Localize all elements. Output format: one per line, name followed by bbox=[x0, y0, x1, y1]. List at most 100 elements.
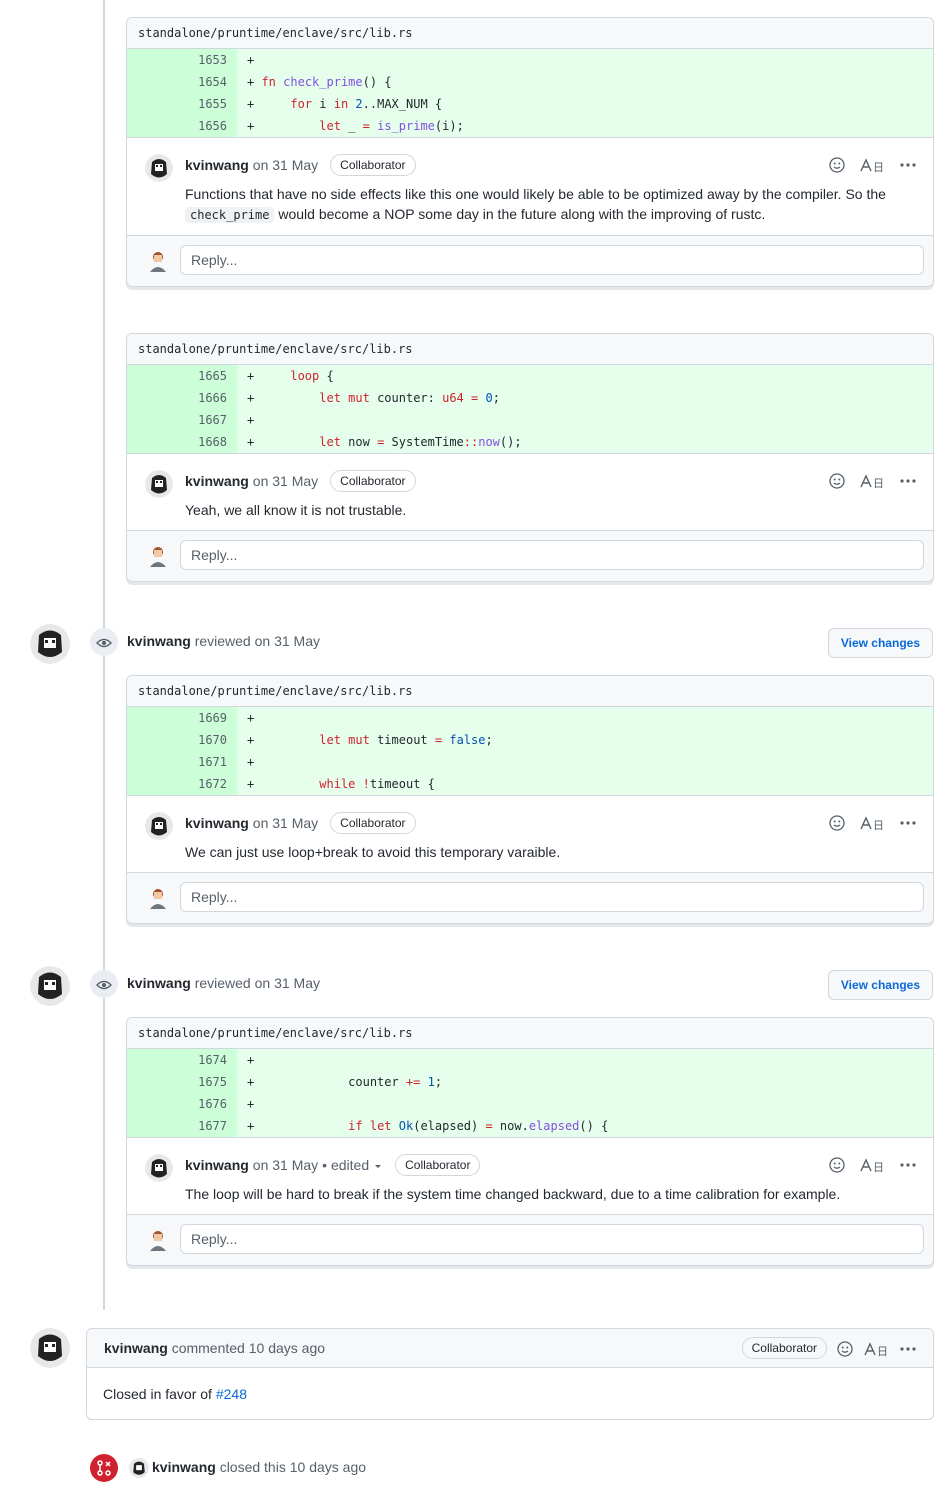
collaborator-badge: Collaborator bbox=[741, 1337, 827, 1359]
comment-author[interactable]: kvinwang bbox=[185, 1152, 249, 1178]
review-time[interactable]: on 31 May bbox=[255, 975, 320, 991]
line-number[interactable]: 1656 bbox=[127, 115, 237, 137]
reply-input[interactable]: Reply... bbox=[180, 882, 924, 912]
comment-body: Yeah, we all know it is not trustable. bbox=[185, 502, 407, 518]
smiley-icon[interactable] bbox=[829, 1156, 845, 1173]
avatar bbox=[147, 1229, 169, 1251]
collaborator-badge: Collaborator bbox=[395, 1154, 481, 1176]
diff-line: 1667 + bbox=[127, 409, 933, 431]
comment-body: Functions that have no side effects like… bbox=[185, 186, 886, 223]
comment-author[interactable]: kvinwang bbox=[104, 1340, 168, 1356]
smiley-icon[interactable] bbox=[829, 814, 845, 831]
reply-input[interactable]: Reply... bbox=[180, 540, 924, 570]
event-author[interactable]: kvinwang bbox=[152, 1459, 216, 1475]
closed-event: kvinwang closed this 10 days ago bbox=[152, 1459, 367, 1475]
smiley-icon[interactable] bbox=[837, 1339, 853, 1357]
reply-input[interactable]: Reply... bbox=[180, 1224, 924, 1254]
view-changes-button[interactable]: View changes bbox=[827, 970, 933, 1000]
comment-time[interactable]: on 31 May bbox=[253, 1152, 318, 1178]
avatar[interactable] bbox=[145, 470, 173, 498]
translate-icon[interactable]: 日 bbox=[859, 156, 885, 173]
comment-header: kvinwang commented 10 days ago Collabora… bbox=[87, 1329, 933, 1368]
kebab-icon[interactable] bbox=[899, 814, 917, 831]
comment-author[interactable]: kvinwang bbox=[185, 810, 249, 836]
diff-line: 1669 + bbox=[127, 707, 933, 729]
kebab-icon[interactable] bbox=[899, 1339, 917, 1356]
line-number[interactable]: 1668 bbox=[127, 431, 237, 453]
svg-text:日: 日 bbox=[873, 161, 884, 173]
issue-comment: kvinwang commented 10 days ago Collabora… bbox=[86, 1328, 934, 1420]
eye-icon bbox=[90, 628, 118, 656]
comment-time[interactable]: on 31 May bbox=[253, 468, 318, 494]
review-comment: kvinwang on 31 May Collaborator 日 Function… bbox=[127, 137, 933, 235]
review-author[interactable]: kvinwang bbox=[127, 633, 191, 649]
line-number[interactable]: 1676 bbox=[127, 1093, 237, 1115]
line-number[interactable]: 1669 bbox=[127, 707, 237, 729]
review-comment: kvinwang on 31 May • edited Collaborator 日 … bbox=[127, 1137, 933, 1214]
smiley-icon[interactable] bbox=[829, 156, 845, 173]
diff-line: 1675 + counter += 1; bbox=[127, 1071, 933, 1093]
avatar[interactable] bbox=[145, 1154, 173, 1182]
eye-icon bbox=[90, 970, 118, 998]
translate-icon[interactable]: 日 bbox=[859, 472, 885, 489]
line-number[interactable]: 1653 bbox=[127, 49, 237, 71]
review-author[interactable]: kvinwang bbox=[127, 975, 191, 991]
line-number[interactable]: 1667 bbox=[127, 409, 237, 431]
line-number[interactable]: 1670 bbox=[127, 729, 237, 751]
collaborator-badge: Collaborator bbox=[330, 154, 416, 176]
issue-link[interactable]: #248 bbox=[216, 1386, 247, 1402]
svg-text:日: 日 bbox=[877, 1345, 888, 1357]
file-path[interactable]: standalone/pruntime/enclave/src/lib.rs bbox=[127, 1018, 933, 1049]
diff-line: 1676 + bbox=[127, 1093, 933, 1115]
line-number[interactable]: 1654 bbox=[127, 71, 237, 93]
chevron-down-icon[interactable] bbox=[373, 1152, 383, 1178]
translate-icon[interactable]: 日 bbox=[859, 814, 885, 831]
comment-time[interactable]: on 31 May bbox=[253, 152, 318, 178]
avatar[interactable] bbox=[129, 1458, 149, 1478]
review-event: kvinwang reviewed on 31 May View changes bbox=[0, 622, 948, 664]
diff-line: 1670 + let mut timeout = false; bbox=[127, 729, 933, 751]
file-path[interactable]: standalone/pruntime/enclave/src/lib.rs bbox=[127, 334, 933, 365]
avatar[interactable] bbox=[30, 1328, 70, 1368]
line-number[interactable]: 1672 bbox=[127, 773, 237, 795]
view-changes-button[interactable]: View changes bbox=[827, 628, 933, 658]
comment-time[interactable]: on 31 May bbox=[253, 810, 318, 836]
kebab-icon[interactable] bbox=[899, 1156, 917, 1173]
diff-line: 1674 + bbox=[127, 1049, 933, 1071]
review-comment: kvinwang on 31 May Collaborator 日 We can j… bbox=[127, 795, 933, 872]
event-time[interactable]: 10 days ago bbox=[290, 1459, 366, 1475]
line-number[interactable]: 1666 bbox=[127, 387, 237, 409]
line-number[interactable]: 1675 bbox=[127, 1071, 237, 1093]
diff-line: 1666 + let mut counter: u64 = 0; bbox=[127, 387, 933, 409]
translate-icon[interactable]: 日 bbox=[859, 1156, 885, 1173]
kebab-icon[interactable] bbox=[899, 156, 917, 173]
comment-author[interactable]: kvinwang bbox=[185, 468, 249, 494]
translate-icon[interactable]: 日 bbox=[863, 1339, 889, 1357]
comment-time[interactable]: 10 days ago bbox=[249, 1340, 325, 1356]
diff-line: 1672 + while !timeout { bbox=[127, 773, 933, 795]
avatar[interactable] bbox=[145, 154, 173, 182]
reply-input[interactable]: Reply... bbox=[180, 245, 924, 275]
diff-line: 1668 + let now = SystemTime::now(); bbox=[127, 431, 933, 453]
line-number[interactable]: 1671 bbox=[127, 751, 237, 773]
inline-code: check_prime bbox=[185, 207, 275, 223]
comment-author[interactable]: kvinwang bbox=[185, 152, 249, 178]
line-number[interactable]: 1655 bbox=[127, 93, 237, 115]
smiley-icon[interactable] bbox=[829, 472, 845, 489]
diff-line: 1655 + for i in 2..MAX_NUM { bbox=[127, 93, 933, 115]
line-number[interactable]: 1677 bbox=[127, 1115, 237, 1137]
file-path[interactable]: standalone/pruntime/enclave/src/lib.rs bbox=[127, 18, 933, 49]
review-thread: standalone/pruntime/enclave/src/lib.rs 1… bbox=[126, 675, 934, 924]
collaborator-badge: Collaborator bbox=[330, 470, 416, 492]
avatar[interactable] bbox=[30, 966, 70, 1006]
line-number[interactable]: 1674 bbox=[127, 1049, 237, 1071]
review-time[interactable]: on 31 May bbox=[255, 633, 320, 649]
kebab-icon[interactable] bbox=[899, 472, 917, 489]
avatar[interactable] bbox=[30, 624, 70, 664]
line-number[interactable]: 1665 bbox=[127, 365, 237, 387]
review-summary: kvinwang reviewed on 31 May bbox=[127, 633, 320, 649]
edited-dropdown[interactable]: • edited bbox=[322, 1152, 369, 1178]
avatar[interactable] bbox=[145, 812, 173, 840]
reply-row: Reply... bbox=[127, 530, 933, 581]
file-path[interactable]: standalone/pruntime/enclave/src/lib.rs bbox=[127, 676, 933, 707]
